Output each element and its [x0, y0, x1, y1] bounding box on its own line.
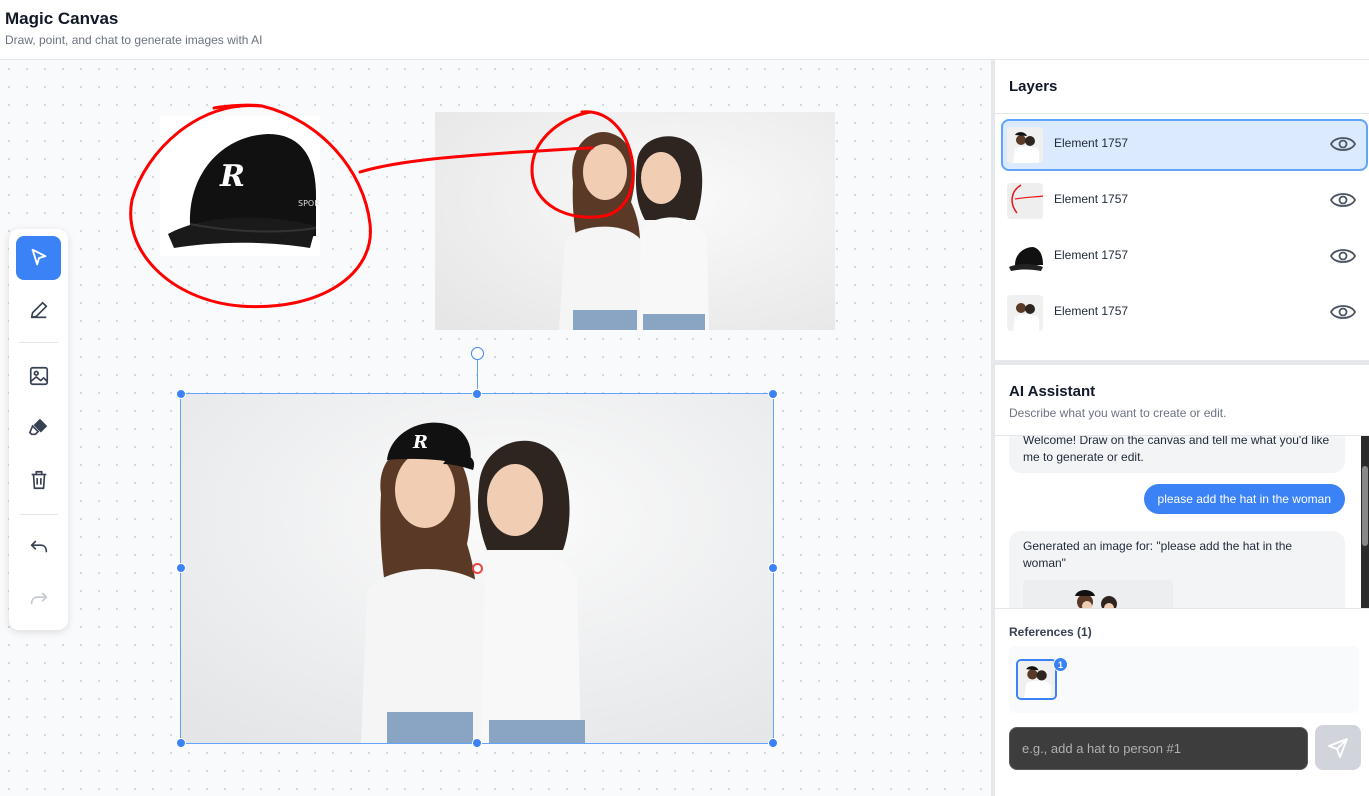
resize-handle-top-right[interactable]	[768, 389, 778, 399]
pen-tool-button[interactable]	[16, 288, 61, 332]
svg-text:R: R	[412, 432, 428, 453]
delete-tool-button[interactable]	[16, 458, 61, 502]
generated-image-preview[interactable]	[1023, 580, 1173, 608]
chat-history[interactable]: Welcome! Draw on the canvas and tell me …	[995, 435, 1369, 608]
resize-handle-bottom-right[interactable]	[768, 738, 778, 748]
chat-scrollbar[interactable]	[1361, 436, 1369, 608]
resize-handle-top-left[interactable]	[176, 389, 186, 399]
assistant-title: AI Assistant	[1009, 383, 1096, 400]
undo-button[interactable]	[16, 525, 61, 569]
references-section: References (1) 1	[995, 608, 1369, 796]
assistant-message-text: Generated an image for: "please add the …	[1023, 539, 1293, 570]
select-tool-button[interactable]	[16, 236, 61, 280]
assistant-subtitle: Describe what you want to create or edit…	[1009, 406, 1227, 420]
layers-title: Layers	[1009, 78, 1058, 95]
cursor-icon	[31, 248, 46, 266]
app-header: Magic Canvas Draw, point, and chat to ge…	[0, 0, 1369, 60]
prompt-input[interactable]	[1009, 727, 1308, 770]
eraser-icon	[28, 418, 47, 436]
trash-icon	[31, 470, 46, 490]
pencil-icon	[30, 301, 47, 319]
references-area: 1	[1009, 646, 1359, 713]
undo-icon	[30, 540, 47, 553]
eye-icon[interactable]	[1330, 245, 1356, 267]
eraser-tool-button[interactable]	[16, 405, 61, 449]
canvas-image-women[interactable]	[435, 112, 835, 330]
layer-name: Element 1757	[1054, 136, 1129, 150]
toolbar-divider	[19, 514, 58, 515]
layer-row[interactable]: Element 1757	[1001, 287, 1368, 339]
canvas-image-cap[interactable]: R SPORT	[160, 116, 320, 256]
layer-name: Element 1757	[1054, 304, 1129, 318]
cap-side-text: SPORT	[298, 199, 320, 208]
chat-scrollbar-thumb[interactable]	[1362, 466, 1368, 546]
drawing-canvas[interactable]: R SPORT	[0, 60, 992, 796]
cap-logo: R	[219, 159, 245, 194]
layer-thumbnail	[1007, 295, 1043, 331]
layer-thumbnail	[1007, 127, 1043, 163]
layer-thumbnail	[1007, 183, 1043, 219]
layer-row[interactable]: Element 1757	[1001, 231, 1368, 283]
user-message: please add the hat in the woman	[1143, 484, 1345, 514]
section-divider	[995, 360, 1369, 365]
send-button[interactable]	[1315, 725, 1361, 770]
tool-palette	[9, 229, 68, 630]
anchor-point[interactable]	[472, 563, 483, 574]
resize-handle-bottom-left[interactable]	[176, 738, 186, 748]
eye-icon[interactable]	[1330, 189, 1356, 211]
layer-name: Element 1757	[1054, 248, 1129, 262]
assistant-message: Welcome! Draw on the canvas and tell me …	[1009, 436, 1345, 473]
layer-thumbnail	[1007, 239, 1043, 275]
references-title: References (1)	[1009, 625, 1092, 639]
layer-row[interactable]: Element 1757	[1001, 175, 1368, 227]
layer-row[interactable]: Element 1757	[1001, 119, 1368, 171]
image-icon	[29, 366, 48, 386]
layers-divider	[995, 113, 1369, 114]
assistant-message: Generated an image for: "please add the …	[1009, 531, 1345, 608]
resize-handle-right[interactable]	[768, 563, 778, 573]
app-title: Magic Canvas	[5, 9, 119, 28]
layer-name: Element 1757	[1054, 192, 1129, 206]
send-icon	[1328, 737, 1348, 758]
toolbar-divider	[19, 342, 58, 343]
redo-icon	[30, 592, 47, 605]
redo-button[interactable]	[16, 577, 61, 621]
resize-handle-bottom[interactable]	[472, 738, 482, 748]
reference-thumbnail[interactable]	[1016, 659, 1057, 700]
eye-icon[interactable]	[1330, 133, 1356, 155]
resize-handle-left[interactable]	[176, 563, 186, 573]
right-panel: Layers Element 1757 Element 1757 Element…	[995, 60, 1369, 796]
resize-handle-top[interactable]	[472, 389, 482, 399]
rotate-handle[interactable]	[471, 347, 484, 360]
eye-icon[interactable]	[1330, 301, 1356, 323]
image-tool-button[interactable]	[16, 354, 61, 398]
reference-badge: 1	[1053, 657, 1068, 672]
app-subtitle: Draw, point, and chat to generate images…	[5, 33, 263, 47]
